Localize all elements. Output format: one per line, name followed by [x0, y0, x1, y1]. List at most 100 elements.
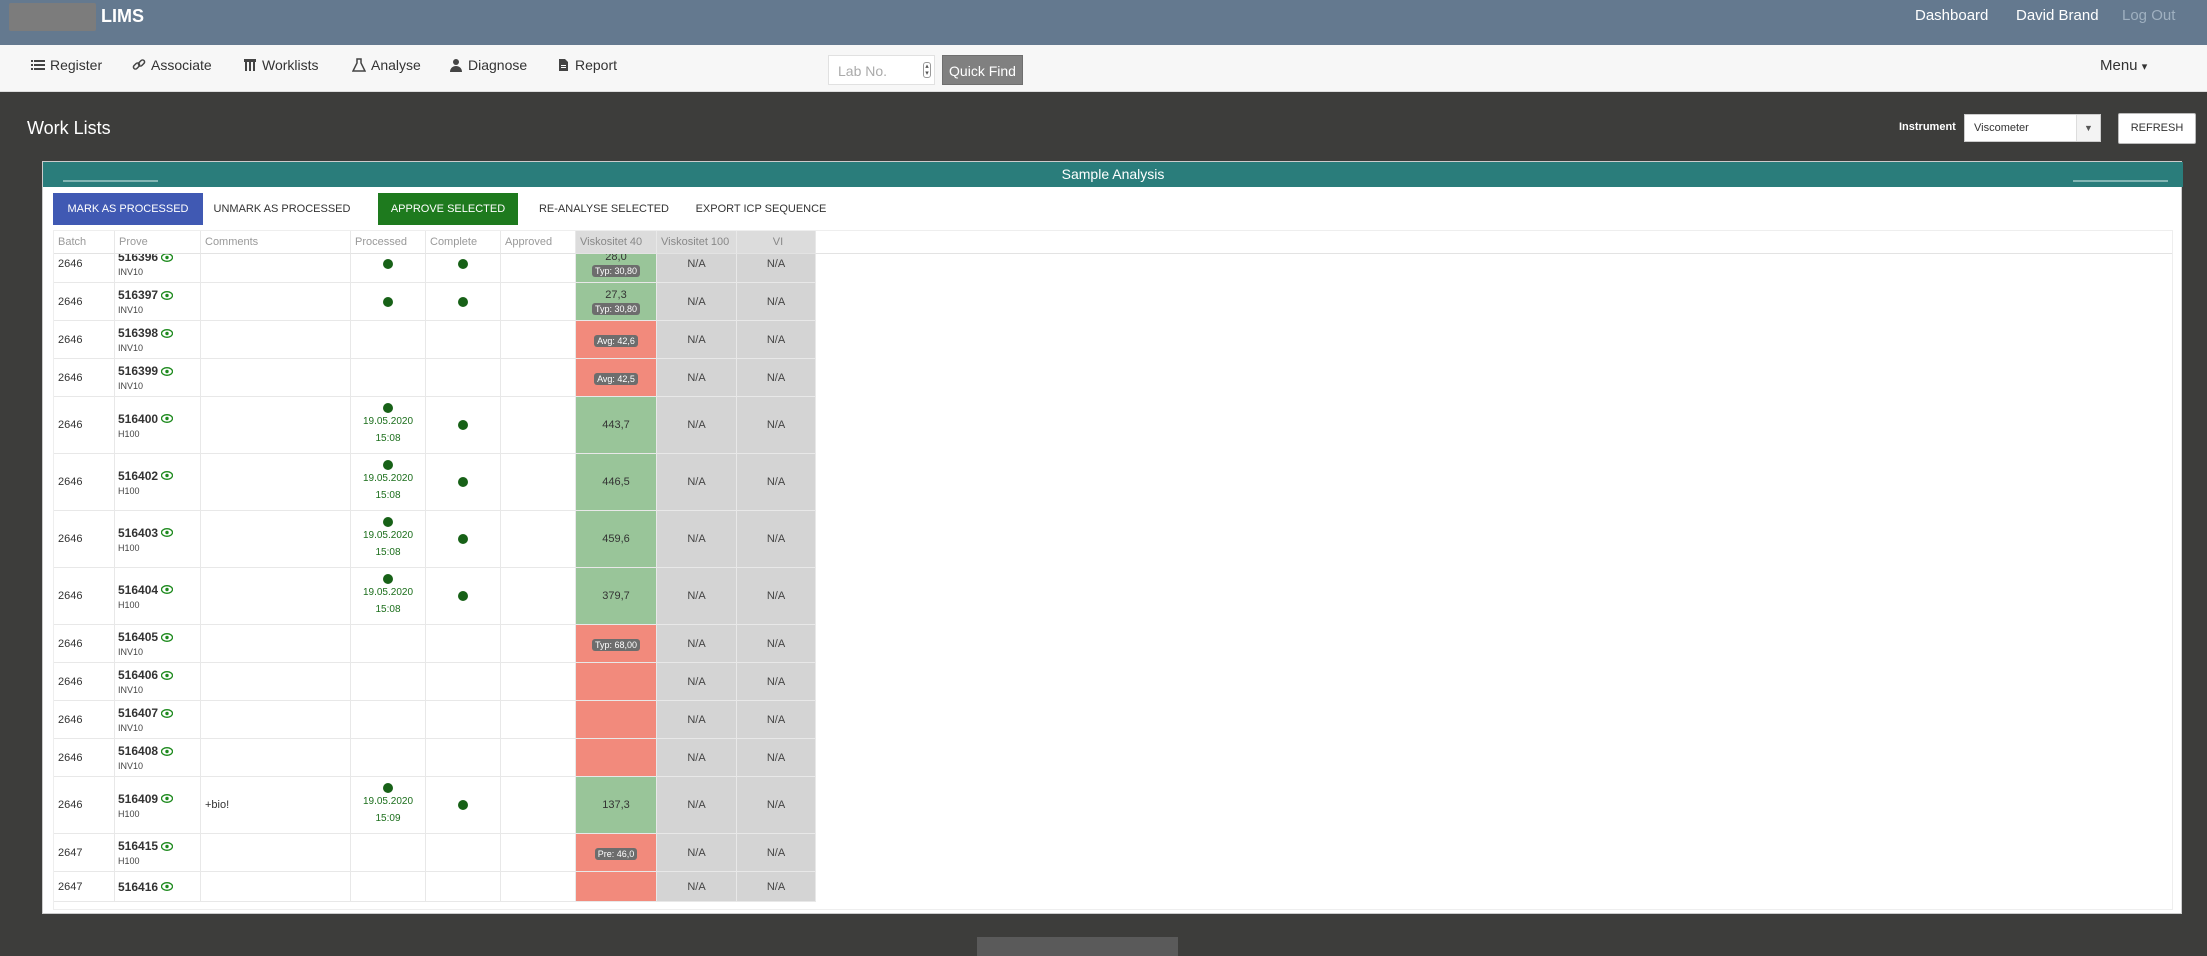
col-header-batch[interactable]: Batch: [54, 231, 115, 254]
sample-number[interactable]: 516402: [118, 469, 158, 483]
processed-cell[interactable]: [351, 739, 426, 777]
approved-cell[interactable]: [501, 872, 576, 902]
approved-cell[interactable]: [501, 663, 576, 701]
nav-worklists[interactable]: Worklists: [243, 57, 319, 73]
eye-icon[interactable]: [161, 708, 174, 718]
processed-cell[interactable]: 19.05.2020 15:08: [351, 454, 426, 511]
vi-cell[interactable]: N/A: [737, 739, 816, 777]
comments-cell[interactable]: [201, 663, 351, 701]
eye-icon[interactable]: [161, 471, 174, 480]
processed-cell[interactable]: 19.05.2020 15:08: [351, 511, 426, 568]
sample-number[interactable]: 516397: [118, 288, 158, 302]
table-row[interactable]: 2646 516402 H100 19.05.2020 15:08 446,5 N/A N/A: [54, 454, 2172, 511]
visc100-cell[interactable]: N/A: [657, 777, 737, 834]
sample-number[interactable]: 516416: [118, 880, 158, 894]
instrument-select[interactable]: Viscometer ▼: [1964, 114, 2101, 142]
col-header-visc40[interactable]: Viskositet 40: [576, 231, 657, 254]
processed-cell[interactable]: [351, 834, 426, 872]
eye-icon[interactable]: [161, 528, 174, 537]
approved-cell[interactable]: [501, 283, 576, 321]
visc40-cell[interactable]: [576, 701, 657, 739]
visc100-cell[interactable]: N/A: [657, 568, 737, 625]
eye-icon[interactable]: [161, 585, 174, 594]
comments-cell[interactable]: [201, 625, 351, 663]
approved-cell[interactable]: [501, 625, 576, 663]
visc40-cell[interactable]: 443,7: [576, 397, 657, 454]
visc40-cell[interactable]: 27,3 Typ: 30,80: [576, 283, 657, 321]
processed-cell[interactable]: [351, 872, 426, 902]
visc100-cell[interactable]: N/A: [657, 872, 737, 902]
comments-cell[interactable]: [201, 701, 351, 739]
sample-number[interactable]: 516399: [118, 364, 158, 378]
vi-cell[interactable]: N/A: [737, 872, 816, 902]
visc100-cell[interactable]: N/A: [657, 511, 737, 568]
comments-cell[interactable]: [201, 834, 351, 872]
comments-cell[interactable]: [201, 454, 351, 511]
sample-number[interactable]: 516405: [118, 630, 158, 644]
vi-cell[interactable]: N/A: [737, 568, 816, 625]
vi-cell[interactable]: N/A: [737, 397, 816, 454]
eye-icon[interactable]: [161, 794, 174, 803]
table-row[interactable]: 2646 516403 H100 19.05.2020 15:08 459,6 N/A N/A: [54, 511, 2172, 568]
approved-cell[interactable]: [501, 359, 576, 397]
number-spinner[interactable]: ▴ ▾: [923, 62, 931, 78]
approved-cell[interactable]: [501, 739, 576, 777]
table-row[interactable]: 2646 516398 INV10 Avg: 42,6 N/A N/A: [54, 321, 2172, 359]
eye-icon[interactable]: [161, 414, 174, 423]
comments-cell[interactable]: [201, 397, 351, 454]
eye-icon[interactable]: [161, 882, 174, 891]
visc100-cell[interactable]: N/A: [657, 739, 737, 777]
vi-cell[interactable]: N/A: [737, 511, 816, 568]
processed-cell[interactable]: [351, 663, 426, 701]
col-header-processed[interactable]: Processed: [351, 231, 426, 254]
nav-associate[interactable]: Associate: [132, 57, 212, 73]
vi-cell[interactable]: N/A: [737, 321, 816, 359]
table-row[interactable]: 2646 516400 H100 19.05.2020 15:08 443,7 N/A N/A: [54, 397, 2172, 454]
vi-cell[interactable]: N/A: [737, 625, 816, 663]
user-link[interactable]: David Brand: [2016, 7, 2099, 24]
sample-number[interactable]: 516404: [118, 583, 158, 597]
table-row[interactable]: 2646 516409 H100 +bio! 19.05.2020 15:09 137,3 N…: [54, 777, 2172, 834]
table-row[interactable]: 2646 516405 INV10 Typ: 68,00 N/A N/A: [54, 625, 2172, 663]
comments-cell[interactable]: [201, 511, 351, 568]
visc40-cell[interactable]: 137,3: [576, 777, 657, 834]
approve-selected-button[interactable]: APPROVE SELECTED: [378, 193, 518, 225]
col-header-comments[interactable]: Comments: [201, 231, 351, 254]
approved-cell[interactable]: [501, 397, 576, 454]
processed-cell[interactable]: 19.05.2020 15:08: [351, 568, 426, 625]
processed-cell[interactable]: [351, 359, 426, 397]
visc40-cell[interactable]: Typ: 68,00: [576, 625, 657, 663]
table-row[interactable]: 2646 516404 H100 19.05.2020 15:08 379,7 N/A N/A: [54, 568, 2172, 625]
approved-cell[interactable]: [501, 834, 576, 872]
sample-number[interactable]: 516403: [118, 526, 158, 540]
col-header-prove[interactable]: Prove: [115, 231, 201, 254]
vi-cell[interactable]: N/A: [737, 777, 816, 834]
table-row[interactable]: 2646 516397 INV10 27,3 Typ: 30,80 N/A N/A: [54, 283, 2172, 321]
eye-icon[interactable]: [161, 632, 174, 642]
visc100-cell[interactable]: N/A: [657, 701, 737, 739]
nav-diagnose[interactable]: Diagnose: [449, 57, 527, 73]
sample-number[interactable]: 516409: [118, 792, 158, 806]
visc100-cell[interactable]: N/A: [657, 283, 737, 321]
comments-cell[interactable]: [201, 321, 351, 359]
visc100-cell[interactable]: N/A: [657, 397, 737, 454]
bottom-tab[interactable]: [977, 937, 1178, 956]
visc40-cell[interactable]: [576, 663, 657, 701]
visc40-cell[interactable]: [576, 739, 657, 777]
visc40-cell[interactable]: Pre: 46,0: [576, 834, 657, 872]
visc40-cell[interactable]: 379,7: [576, 568, 657, 625]
comments-cell[interactable]: [201, 283, 351, 321]
visc100-cell[interactable]: N/A: [657, 834, 737, 872]
visc100-cell[interactable]: N/A: [657, 625, 737, 663]
table-row[interactable]: 2647 516415 H100 Pre: 46,0 N/A N/A: [54, 834, 2172, 872]
visc100-cell[interactable]: N/A: [657, 454, 737, 511]
sample-number[interactable]: 516407: [118, 706, 158, 720]
table-row[interactable]: 2647 516416 N/A N/A: [54, 872, 2172, 902]
reanalyse-selected-button[interactable]: RE-ANALYSE SELECTED: [529, 193, 679, 225]
vi-cell[interactable]: N/A: [737, 663, 816, 701]
approved-cell[interactable]: [501, 454, 576, 511]
processed-cell[interactable]: [351, 625, 426, 663]
table-row[interactable]: 2646 516399 INV10 Avg: 42,5 N/A N/A: [54, 359, 2172, 397]
dashboard-link[interactable]: Dashboard: [1915, 7, 1988, 24]
logo[interactable]: [9, 3, 96, 31]
